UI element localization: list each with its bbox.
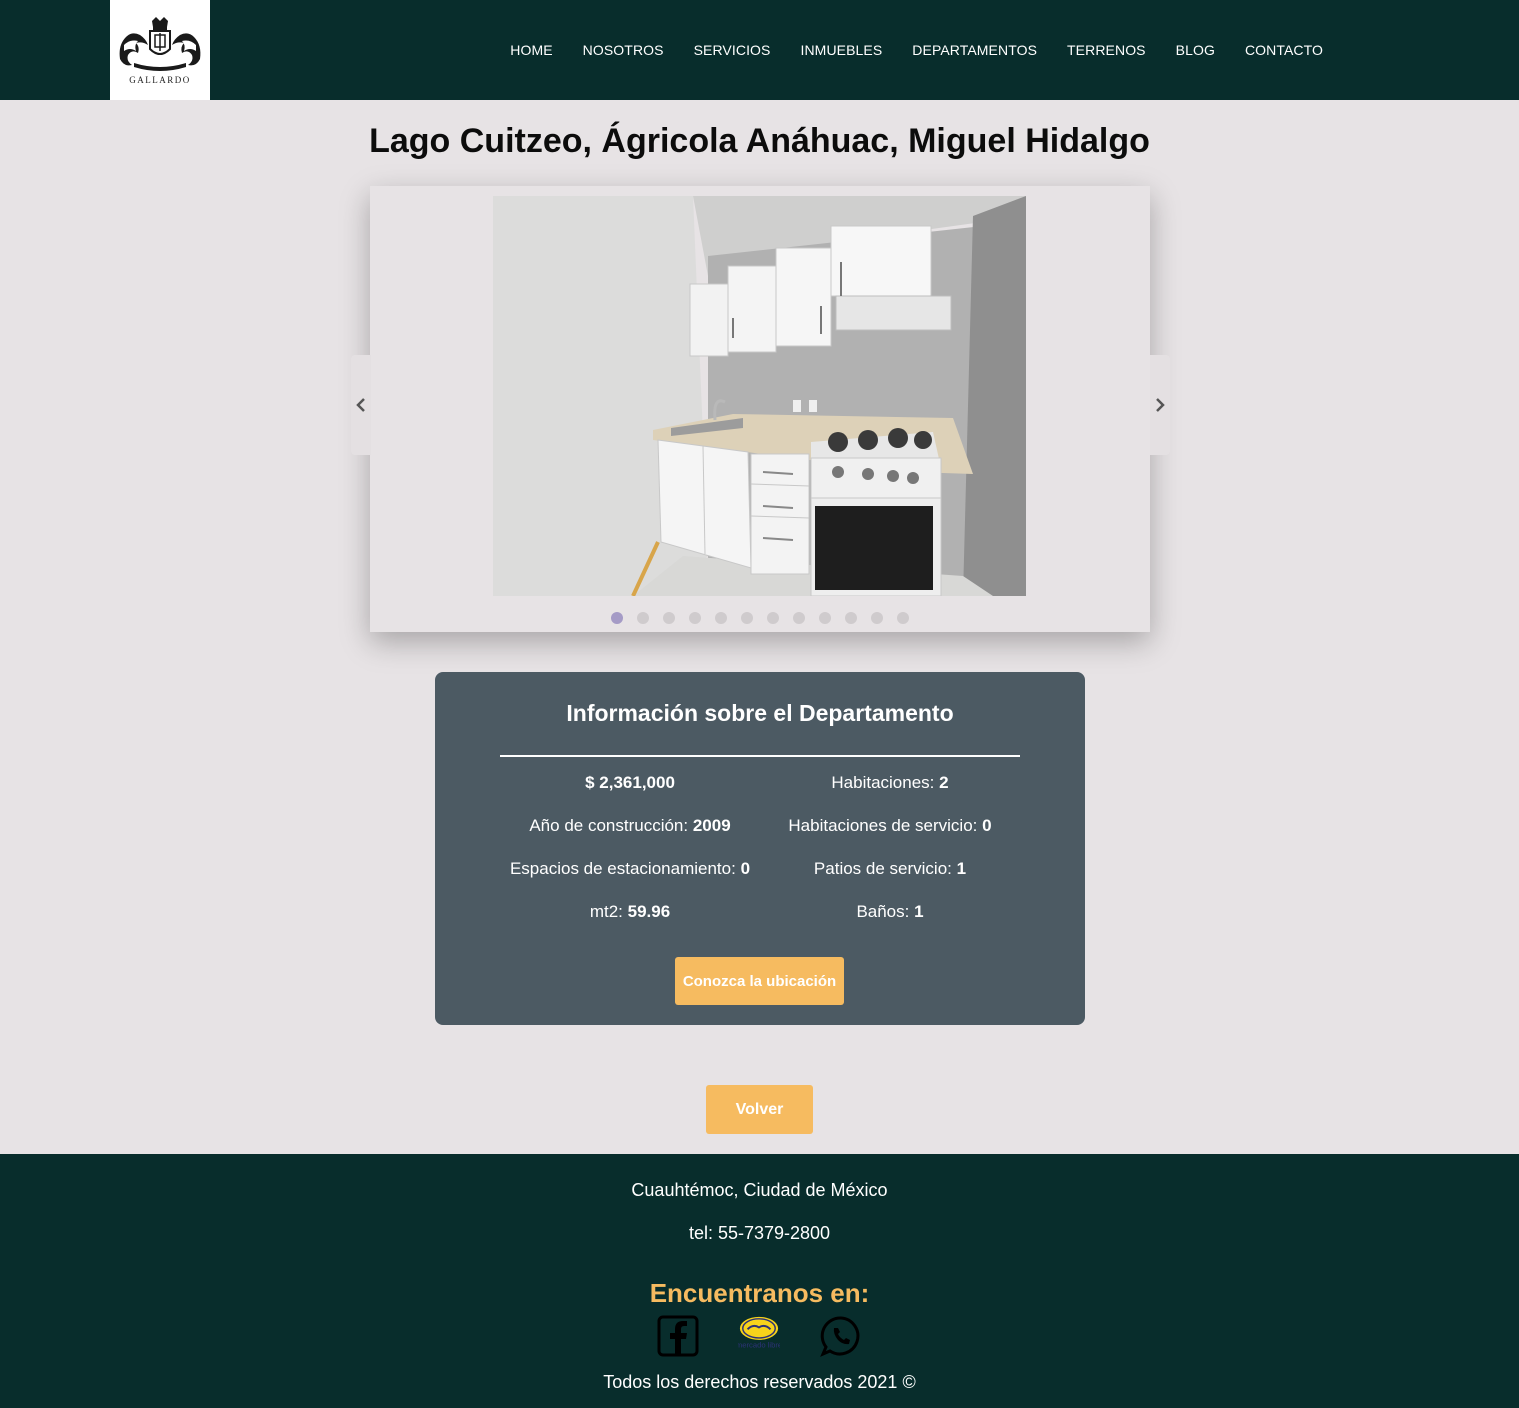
carousel-indicators bbox=[370, 612, 1150, 624]
nav-nosotros[interactable]: NOSOTROS bbox=[583, 42, 664, 58]
service-rooms-label: Habitaciones de servicio: bbox=[788, 816, 983, 835]
carousel-next-button[interactable] bbox=[1150, 355, 1170, 455]
main-nav: HOME NOSOTROS SERVICIOS INMUEBLES DEPART… bbox=[510, 0, 1323, 100]
carousel-dot[interactable] bbox=[741, 612, 753, 624]
year-value: 2009 bbox=[692, 816, 731, 835]
nav-servicios[interactable]: SERVICIOS bbox=[694, 42, 771, 58]
area-value: 59.96 bbox=[627, 902, 671, 921]
back-button[interactable]: Volver bbox=[706, 1085, 813, 1134]
page-title: Lago Cuitzeo, Ágricola Anáhuac, Miguel H… bbox=[369, 122, 1150, 160]
parking-label: Espacios de estacionamiento: bbox=[509, 859, 741, 878]
svg-text:mercado libre: mercado libre bbox=[738, 1340, 780, 1349]
carousel-dot[interactable] bbox=[767, 612, 779, 624]
carousel-dot[interactable] bbox=[871, 612, 883, 624]
rooms-value: 2 bbox=[939, 773, 949, 792]
area: mt2: 59.96 bbox=[500, 901, 760, 923]
nav-terrenos[interactable]: TERRENOS bbox=[1067, 42, 1146, 58]
chevron-right-icon bbox=[1156, 398, 1165, 412]
facebook-link[interactable] bbox=[657, 1315, 699, 1357]
carousel-dot[interactable] bbox=[897, 612, 909, 624]
bathrooms: Baños: 1 bbox=[760, 901, 1020, 923]
nav-home[interactable]: HOME bbox=[510, 42, 552, 58]
kitchen-photo bbox=[493, 196, 1026, 596]
logo-text: GALLARDO bbox=[129, 75, 191, 85]
nav-blog[interactable]: BLOG bbox=[1176, 42, 1215, 58]
service-patios: Patios de servicio: 1 bbox=[760, 858, 1020, 880]
carousel-dot[interactable] bbox=[793, 612, 805, 624]
service-patios-value: 1 bbox=[956, 859, 967, 878]
photo-carousel bbox=[370, 186, 1150, 632]
info-title: Información sobre el Departamento bbox=[566, 700, 954, 726]
whatsapp-icon bbox=[820, 1316, 860, 1357]
gallardo-logo[interactable]: GALLARDO bbox=[110, 0, 210, 100]
rooms: Habitaciones: 2 bbox=[760, 772, 1020, 794]
carousel-dot[interactable] bbox=[819, 612, 831, 624]
construction-year: Año de construcción: 2009 bbox=[500, 815, 760, 837]
year-label: Año de construcción: bbox=[529, 816, 693, 835]
carousel-dot[interactable] bbox=[845, 612, 857, 624]
service-rooms-value: 0 bbox=[982, 816, 992, 835]
divider bbox=[500, 755, 1020, 757]
service-rooms: Habitaciones de servicio: 0 bbox=[760, 815, 1020, 837]
facebook-icon bbox=[657, 1315, 699, 1357]
crest-icon bbox=[119, 17, 201, 71]
carousel-dot[interactable] bbox=[663, 612, 675, 624]
carousel-dot[interactable] bbox=[637, 612, 649, 624]
social-links: mercado libre bbox=[657, 1315, 863, 1357]
nav-departamentos[interactable]: DEPARTAMENTOS bbox=[912, 42, 1037, 58]
view-location-button[interactable]: Conozca la ubicación bbox=[675, 957, 844, 1005]
bathrooms-label: Baños: bbox=[856, 902, 915, 921]
carousel-dot[interactable] bbox=[611, 612, 623, 624]
mercadolibre-link[interactable]: mercado libre bbox=[738, 1315, 780, 1357]
price: $ 2,361,000 bbox=[500, 772, 760, 794]
mercadolibre-icon: mercado libre bbox=[738, 1316, 780, 1349]
carousel-prev-button[interactable] bbox=[351, 355, 371, 455]
nav-inmuebles[interactable]: INMUEBLES bbox=[800, 42, 882, 58]
whatsapp-link[interactable] bbox=[820, 1315, 862, 1357]
site-footer: Cuauhtémoc, Ciudad de México tel: 55-737… bbox=[0, 1154, 1519, 1408]
chevron-left-icon bbox=[356, 398, 365, 412]
carousel-dot[interactable] bbox=[715, 612, 727, 624]
area-label: mt2: bbox=[589, 902, 628, 921]
bathrooms-value: 1 bbox=[914, 902, 924, 921]
carousel-dot[interactable] bbox=[689, 612, 701, 624]
property-details: $ 2,361,000 Habitaciones: 2 Año de const… bbox=[500, 772, 1020, 923]
find-us-heading: Encuentranos en: bbox=[649, 1278, 870, 1308]
parking-spaces: Espacios de estacionamiento: 0 bbox=[500, 858, 760, 880]
property-info-card: Información sobre el Departamento $ 2,36… bbox=[435, 672, 1085, 1025]
rooms-label: Habitaciones: bbox=[831, 773, 940, 792]
nav-contacto[interactable]: CONTACTO bbox=[1245, 42, 1323, 58]
footer-copyright: Todos los derechos reservados 2021 © bbox=[603, 1372, 916, 1392]
footer-phone: tel: 55-7379-2800 bbox=[688, 1223, 831, 1243]
footer-location: Cuauhtémoc, Ciudad de México bbox=[631, 1180, 888, 1200]
site-header: GALLARDO HOME NOSOTROS SERVICIOS INMUEBL… bbox=[0, 0, 1519, 100]
service-patios-label: Patios de servicio: bbox=[813, 859, 957, 878]
parking-value: 0 bbox=[740, 859, 751, 878]
price-value: $ 2,361,000 bbox=[585, 773, 675, 792]
